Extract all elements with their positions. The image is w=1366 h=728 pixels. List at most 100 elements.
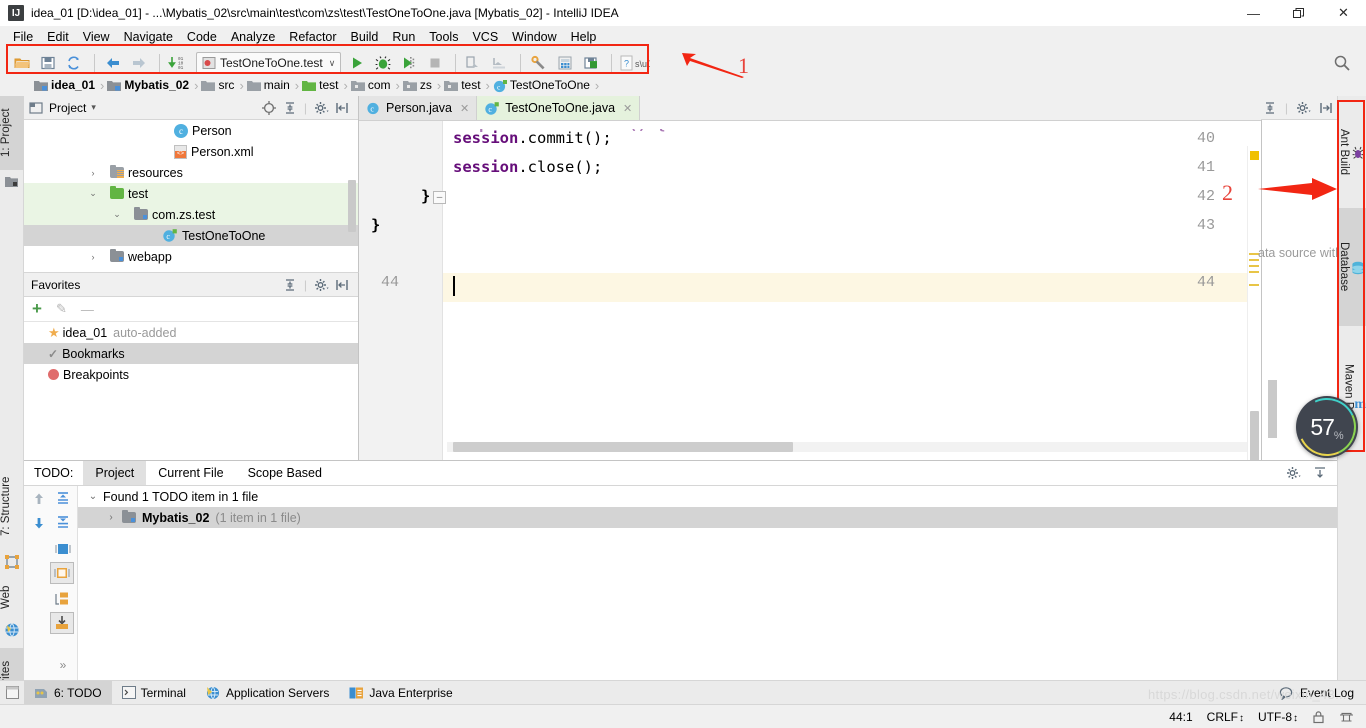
minimize-button[interactable]: — <box>1231 0 1276 26</box>
collapse-all-icon[interactable] <box>283 278 297 292</box>
collapse-all-icon[interactable] <box>283 101 297 115</box>
sidebar-item-structure[interactable]: 7: Structure <box>0 461 24 551</box>
gear-icon[interactable] <box>1296 101 1311 115</box>
hide-icon[interactable] <box>1319 101 1333 115</box>
close-icon[interactable]: ✕ <box>623 102 632 115</box>
navigate-back-icon[interactable] <box>101 51 125 75</box>
run-icon[interactable] <box>345 51 369 75</box>
code-editor[interactable]: public void a...() { 40 session.commit()… <box>359 121 1261 460</box>
chevron-down-icon[interactable]: ▾ <box>91 102 96 113</box>
gear-icon[interactable] <box>1286 466 1301 480</box>
todo-summary-row[interactable]: ⌄ Found 1 TODO item in 1 file <box>78 486 1337 507</box>
menu-edit[interactable]: Edit <box>40 28 76 46</box>
collapse-all-icon[interactable] <box>1263 101 1277 115</box>
rerun-icon[interactable] <box>488 51 512 75</box>
synchronize-icon[interactable] <box>62 51 86 75</box>
menu-build[interactable]: Build <box>344 28 386 46</box>
todo-results[interactable]: ⌄ Found 1 TODO item in 1 file › Mybatis_… <box>78 486 1337 680</box>
todo-tab-project[interactable]: Project <box>83 461 146 485</box>
project-tree[interactable]: c Person Person.xml › resources ⌄ test ⌄… <box>24 120 358 272</box>
editor-hscrollbar-thumb[interactable] <box>453 442 793 452</box>
database-scrollbar[interactable] <box>1268 380 1277 438</box>
add-icon[interactable]: + <box>32 302 42 316</box>
menu-help[interactable]: Help <box>564 28 604 46</box>
menu-tools[interactable]: Tools <box>422 28 465 46</box>
sidebar-item-ant-build[interactable]: Ant Build <box>1337 96 1366 208</box>
menu-analyze[interactable]: Analyze <box>224 28 282 46</box>
compile-icon[interactable]: 011001 <box>166 51 190 75</box>
debug-icon[interactable] <box>371 51 395 75</box>
inspection-status-icon[interactable] <box>1250 151 1259 160</box>
lock-icon[interactable] <box>1312 710 1325 724</box>
maximize-button[interactable] <box>1276 0 1321 26</box>
chevron-down-icon[interactable]: ∨ <box>329 58 336 69</box>
bottom-tab-terminal[interactable]: Terminal <box>112 681 196 705</box>
favorites-item-bookmarks[interactable]: ✓ Bookmarks <box>24 343 358 364</box>
close-button[interactable]: ✕ <box>1321 0 1366 26</box>
favorites-item-idea_01[interactable]: ★ idea_01 auto-added <box>24 322 358 343</box>
run-configuration-selector[interactable]: TestOneToOne.test ∨ <box>196 52 341 74</box>
breadcrumb-item-com[interactable]: com <box>351 74 393 96</box>
stop-icon[interactable] <box>423 51 447 75</box>
tree-item-testonetoone[interactable]: c TestOneToOne <box>24 225 358 246</box>
update-application-icon[interactable] <box>462 51 486 75</box>
todo-module-row[interactable]: › Mybatis_02 (1 item in 1 file) <box>78 507 1337 528</box>
tree-item-resources[interactable]: › resources <box>24 162 358 183</box>
menu-file[interactable]: File <box>6 28 40 46</box>
favorites-item-breakpoints[interactable]: Breakpoints <box>24 364 358 385</box>
remove-icon[interactable]: — <box>81 302 94 317</box>
chevron-down-icon[interactable]: ⌄ <box>86 188 100 199</box>
breadcrumb-item-main[interactable]: main <box>247 74 292 96</box>
fold-collapse-icon[interactable]: – <box>433 191 446 204</box>
previous-occurrence-icon[interactable] <box>28 488 50 510</box>
menu-code[interactable]: Code <box>180 28 224 46</box>
line-separator[interactable]: CRLF <box>1207 710 1244 724</box>
breadcrumb-item-test-folder[interactable]: test <box>302 74 340 96</box>
autoscroll-icon[interactable] <box>50 612 74 634</box>
group-by-module-icon[interactable] <box>52 538 74 560</box>
breadcrumb-item-testonetoone[interactable]: c TestOneToOne <box>493 74 592 96</box>
locate-icon[interactable] <box>262 101 276 115</box>
more-icon[interactable]: » <box>52 654 74 676</box>
sidebar-item-database[interactable]: Database <box>1337 208 1366 326</box>
file-encoding[interactable]: UTF-8 <box>1258 710 1298 724</box>
next-occurrence-icon[interactable] <box>28 512 50 534</box>
sidebar-item-web[interactable]: Web <box>0 575 24 619</box>
menu-navigate[interactable]: Navigate <box>117 28 180 46</box>
project-structure-icon[interactable] <box>553 51 577 75</box>
breadcrumb-item-idea_01[interactable]: idea_01 <box>34 74 97 96</box>
hide-icon[interactable] <box>336 101 350 115</box>
open-folder-icon[interactable] <box>10 51 34 75</box>
gear-icon[interactable] <box>314 101 329 115</box>
todo-tab-current-file[interactable]: Current File <box>146 461 235 485</box>
menu-refactor[interactable]: Refactor <box>282 28 343 46</box>
expand-all-icon[interactable] <box>52 488 74 510</box>
bottom-tab-java-enterprise[interactable]: Java Enterprise <box>339 681 462 705</box>
preview-source-icon[interactable] <box>52 588 74 610</box>
hide-icon[interactable] <box>1313 466 1327 480</box>
gear-icon[interactable] <box>314 278 329 292</box>
save-all-icon[interactable] <box>36 51 60 75</box>
tree-item-com-zs-test[interactable]: ⌄ com.zs.test <box>24 204 358 225</box>
editor-gutter[interactable] <box>359 121 443 460</box>
sidebar-item-project[interactable]: 1: Project <box>0 96 24 170</box>
tree-item-test-folder[interactable]: ⌄ test <box>24 183 358 204</box>
chevron-right-icon[interactable]: › <box>86 168 100 178</box>
run-with-coverage-icon[interactable] <box>397 51 421 75</box>
chevron-right-icon[interactable]: › <box>104 512 118 523</box>
bottom-tab-application-servers[interactable]: Application Servers <box>196 681 339 705</box>
tree-item-webapp[interactable]: › webapp <box>24 246 358 267</box>
sdk-manager-icon[interactable] <box>579 51 603 75</box>
navigate-forward-icon[interactable] <box>127 51 151 75</box>
close-icon[interactable]: ✕ <box>460 102 469 115</box>
vcs-icon[interactable] <box>1339 710 1354 724</box>
menu-vcs[interactable]: VCS <box>465 28 505 46</box>
collapse-all-icon[interactable] <box>52 512 74 534</box>
caret-position[interactable]: 44:1 <box>1169 710 1192 724</box>
breadcrumb-item-src[interactable]: src <box>201 74 236 96</box>
group-by-package-icon[interactable] <box>50 562 74 584</box>
tree-item-person-xml[interactable]: Person.xml <box>24 141 358 162</box>
recording-progress-widget[interactable]: 57 % <box>1296 396 1358 458</box>
menu-window[interactable]: Window <box>505 28 563 46</box>
tab-person-java[interactable]: c Person.java ✕ <box>359 96 477 120</box>
